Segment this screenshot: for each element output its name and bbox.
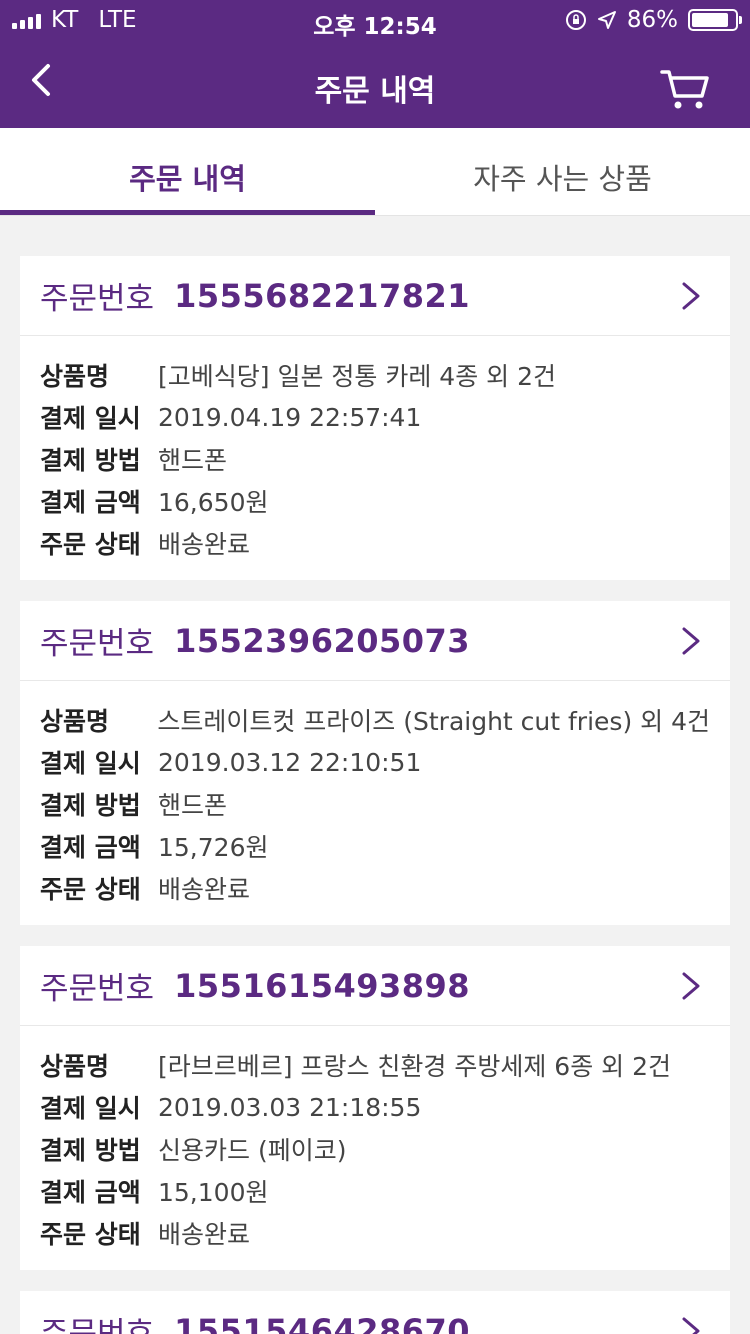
detail-label: 결제 금액 (40, 833, 141, 862)
detail-label: 상품명 (40, 362, 110, 391)
detail-label: 결제 방법 (40, 446, 141, 475)
tab-order-history[interactable]: 주문 내역 (0, 128, 375, 215)
cart-icon[interactable] (660, 66, 710, 112)
order-header[interactable]: 주문번호 1551546428670 (20, 1291, 730, 1334)
detail-label: 결제 금액 (40, 488, 141, 517)
page-title: 주문 내역 (314, 74, 436, 109)
detail-label: 결제 방법 (40, 791, 141, 820)
detail-label: 결제 일시 (40, 1094, 141, 1123)
detail-row-product: 상품명 [라브르베르] 프랑스 친환경 주방세제 6종 외 2건 (40, 1044, 710, 1086)
detail-row-product: 상품명 [고베식당] 일본 정통 카레 4종 외 2건 (40, 354, 710, 396)
detail-label: 결제 일시 (40, 404, 141, 433)
order-number: 1555682217821 (174, 276, 471, 315)
order-number-label: 주문번호 (40, 626, 155, 662)
order-number: 1552396205073 (174, 621, 471, 660)
tab-bar: 주문 내역 자주 사는 상품 (0, 128, 750, 216)
detail-row-paid-at: 결제 일시 2019.04.19 22:57:41 (40, 396, 710, 438)
battery-icon (688, 9, 742, 31)
detail-label: 결제 금액 (40, 1178, 141, 1207)
detail-label: 주문 상태 (40, 1220, 141, 1249)
chevron-right-icon[interactable] (680, 625, 702, 657)
product-name: [고베식당] 일본 정통 카레 4종 외 2건 (158, 362, 557, 391)
orientation-lock-icon (565, 10, 586, 30)
detail-row-amount: 결제 금액 15,100원 (40, 1170, 710, 1212)
order-card: 주문번호 1555682217821 상품명 [고베식당] 일본 정통 카레 4종… (20, 256, 730, 580)
status-bar: KT LTE 오후 12:54 86% (0, 0, 750, 40)
detail-row-method: 결제 방법 핸드폰 (40, 783, 710, 825)
order-details: 상품명 [고베식당] 일본 정통 카레 4종 외 2건 결제 일시 2019.04.… (20, 336, 730, 580)
order-card: 주문번호 1551615493898 상품명 [라브르베르] 프랑스 친환경 주방… (20, 946, 730, 1270)
detail-label: 주문 상태 (40, 875, 141, 904)
detail-label: 결제 방법 (40, 1136, 141, 1165)
detail-row-method: 결제 방법 핸드폰 (40, 438, 710, 480)
amount-value: 15,726원 (158, 833, 269, 862)
chevron-right-icon[interactable] (680, 280, 702, 312)
product-name: 스트레이트컷 프라이즈 (Straight cut fries) 외 4건 (157, 707, 710, 736)
order-status-value: 배송완료 (158, 875, 251, 904)
order-card: 주문번호 1551546428670 (20, 1291, 730, 1334)
battery-percent: 86% (626, 7, 678, 33)
detail-row-status: 주문 상태 배송완료 (40, 867, 710, 909)
detail-row-amount: 결제 금액 16,650원 (40, 480, 710, 522)
tab-frequent-products[interactable]: 자주 사는 상품 (375, 128, 750, 215)
amount-value: 15,100원 (158, 1178, 269, 1207)
detail-label: 결제 일시 (40, 749, 141, 778)
detail-row-paid-at: 결제 일시 2019.03.12 22:10:51 (40, 741, 710, 783)
detail-label: 주문 상태 (40, 530, 141, 559)
location-icon (597, 11, 616, 29)
amount-value: 16,650원 (158, 488, 269, 517)
order-header[interactable]: 주문번호 1551615493898 (20, 946, 730, 1026)
detail-row-product: 상품명 스트레이트컷 프라이즈 (Straight cut fries) 외 4건 (40, 699, 710, 741)
detail-label: 상품명 (40, 707, 110, 736)
order-number-label: 주문번호 (40, 971, 155, 1007)
payment-method-value: 핸드폰 (158, 791, 228, 820)
status-right: 86% (565, 7, 742, 33)
chevron-right-icon[interactable] (680, 1315, 702, 1334)
order-status-value: 배송완료 (158, 1220, 251, 1249)
detail-row-method: 결제 방법 신용카드 (페이코) (40, 1128, 710, 1170)
product-name: [라브르베르] 프랑스 친환경 주방세제 6종 외 2건 (158, 1052, 672, 1081)
payment-method-value: 핸드폰 (158, 446, 228, 475)
order-details: 상품명 스트레이트컷 프라이즈 (Straight cut fries) 외 4건… (20, 681, 730, 925)
detail-row-amount: 결제 금액 15,726원 (40, 825, 710, 867)
paid-at-value: 2019.04.19 22:57:41 (158, 402, 422, 432)
chevron-right-icon[interactable] (680, 970, 702, 1002)
payment-method-value: 신용카드 (페이코) (158, 1136, 347, 1165)
order-details: 상품명 [라브르베르] 프랑스 친환경 주방세제 6종 외 2건 결제 일시 201… (20, 1026, 730, 1270)
order-number: 1551546428670 (174, 1311, 471, 1334)
order-number-label: 주문번호 (40, 1316, 155, 1334)
detail-row-status: 주문 상태 배송완료 (40, 522, 710, 564)
order-header[interactable]: 주문번호 1552396205073 (20, 601, 730, 681)
detail-label: 상품명 (40, 1052, 110, 1081)
order-card: 주문번호 1552396205073 상품명 스트레이트컷 프라이즈 (Strai… (20, 601, 730, 925)
paid-at-value: 2019.03.03 21:18:55 (158, 1092, 422, 1122)
detail-row-status: 주문 상태 배송완료 (40, 1212, 710, 1254)
order-status-value: 배송완료 (158, 530, 251, 559)
order-header[interactable]: 주문번호 1555682217821 (20, 256, 730, 336)
order-number: 1551615493898 (174, 966, 471, 1005)
order-number-label: 주문번호 (40, 281, 155, 317)
detail-row-paid-at: 결제 일시 2019.03.03 21:18:55 (40, 1086, 710, 1128)
paid-at-value: 2019.03.12 22:10:51 (158, 747, 422, 777)
battery-fill (692, 13, 729, 27)
order-list: 주문번호 1555682217821 상품명 [고베식당] 일본 정통 카레 4종… (20, 256, 730, 1334)
nav-bar: 주문 내역 (0, 40, 750, 128)
